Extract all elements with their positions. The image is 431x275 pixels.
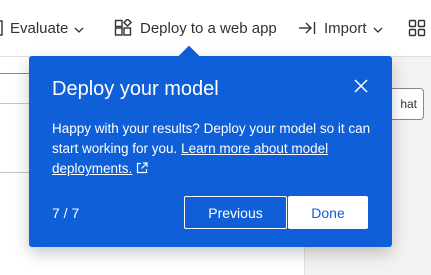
import-icon [298,21,316,35]
close-icon [354,79,368,93]
import-menu-button[interactable]: Import [298,17,383,39]
chat-button-label: hat [400,97,417,111]
divider [0,172,30,173]
chevron-down-icon [74,20,84,37]
teaching-bubble-title: Deploy your model [52,78,219,100]
divider [0,73,30,74]
evaluate-label: Evaluate [10,19,69,37]
command-toolbar: Evaluate Deploy to a web app Import [0,0,431,57]
evaluate-menu-button[interactable]: Evaluate [0,17,84,39]
previous-button[interactable]: Previous [184,196,287,229]
teaching-bubble: Deploy your model Happy with your result… [29,56,392,247]
deploy-label: Deploy to a web app [140,19,277,37]
apps-grid-icon [408,19,426,37]
external-link-icon [136,160,148,180]
app-page: Evaluate Deploy to a web app Import hat … [0,0,431,275]
step-counter: 7 / 7 [52,205,80,221]
deploy-web-app-button[interactable]: Deploy to a web app [114,17,277,39]
done-button[interactable]: Done [288,196,368,229]
close-button[interactable] [349,74,373,98]
deploy-app-icon [114,19,132,37]
divider [0,103,30,104]
import-label: Import [324,19,367,37]
teaching-bubble-body: Happy with your results? Deploy your mod… [52,119,377,180]
chevron-down-icon [373,20,383,37]
apps-grid-button[interactable] [408,17,426,39]
evaluate-icon [0,19,6,37]
